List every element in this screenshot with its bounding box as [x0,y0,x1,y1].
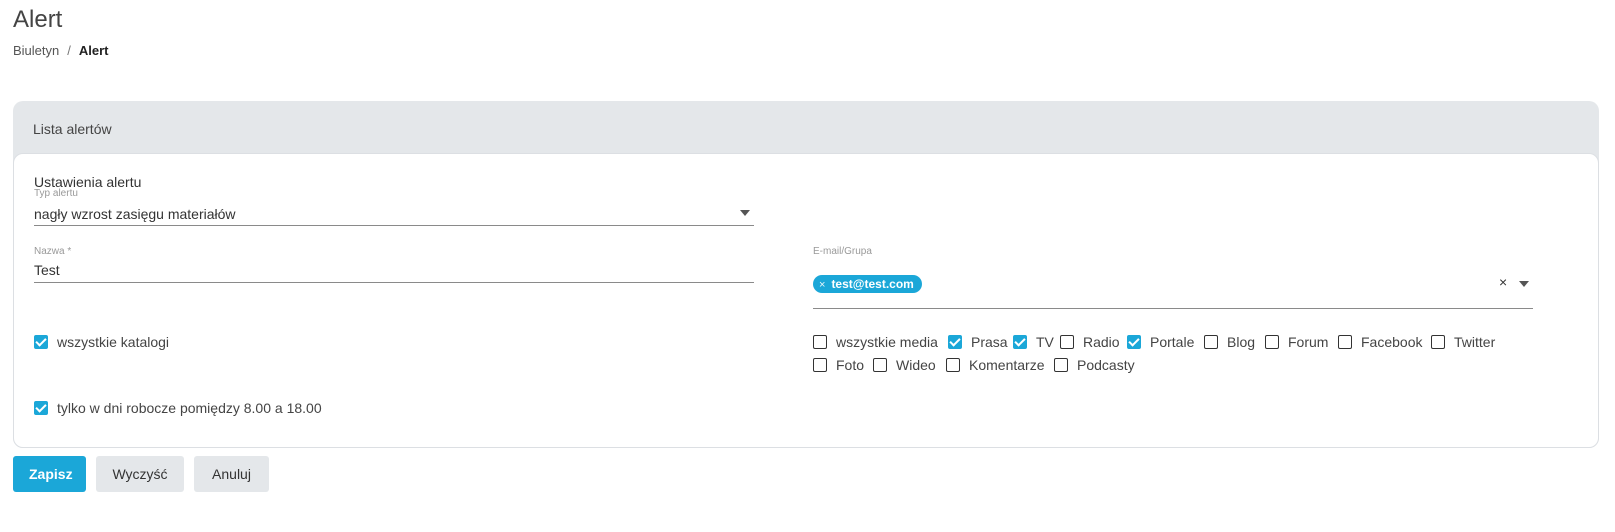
checkbox-icon[interactable] [1338,335,1352,349]
alert-list-card: Lista alertów Ustawienia alertu Typ aler… [13,101,1599,448]
checkbox-icon[interactable] [1204,335,1218,349]
all-catalogs-checkbox[interactable]: wszystkie katalogi [34,334,169,350]
breadcrumb: Biuletyn / Alert [13,43,109,58]
chip-remove-icon[interactable]: × [819,279,825,291]
media-label: Forum [1288,334,1329,350]
media-label: Twitter [1454,334,1496,350]
name-input[interactable]: Test [34,262,60,278]
checkbox-icon[interactable] [1060,335,1074,349]
checkbox-icon[interactable] [1265,335,1279,349]
media-checkbox-all[interactable]: wszystkie media [813,334,938,350]
checkbox-icon[interactable] [813,358,827,372]
all-catalogs-label: wszystkie katalogi [57,334,170,350]
alert-type-value: nagły wzrost zasięgu materiałów [34,206,236,222]
checkbox-checked-icon[interactable] [948,335,962,349]
clear-icon[interactable]: × [1499,274,1507,290]
checkbox-checked-icon[interactable] [34,335,48,349]
media-checkbox-tv[interactable]: TV [1013,334,1054,350]
media-label: Podcasty [1077,357,1135,373]
media-checkbox-facebook[interactable]: Facebook [1338,334,1422,350]
save-button[interactable]: Zapisz [13,456,86,492]
email-chip-label: test@test.com [831,277,914,291]
breadcrumb-separator: / [67,43,71,58]
card-header: Lista alertów [33,121,112,137]
media-checkbox-forum[interactable]: Forum [1265,334,1328,350]
page-title: Alert [13,6,63,33]
checkbox-checked-icon[interactable] [1127,335,1141,349]
media-checkbox-podcasty[interactable]: Podcasty [1054,357,1135,373]
email-group-label: E-mail/Grupa [813,246,872,257]
media-checkbox-twitter[interactable]: Twitter [1431,334,1495,350]
alert-type-select[interactable]: Typ alertu nagły wzrost zasięgu materiał… [34,188,754,226]
media-checkbox-portale[interactable]: Portale [1127,334,1194,350]
breadcrumb-link-biuletyn[interactable]: Biuletyn [13,43,59,58]
alert-type-label: Typ alertu [34,188,78,199]
checkbox-icon[interactable] [873,358,887,372]
media-label: Prasa [971,334,1008,350]
media-label: Komentarze [969,357,1045,373]
workdays-label: tylko w dni robocze pomiędzy 8.00 a 18.0… [57,400,322,416]
breadcrumb-current: Alert [78,43,109,58]
checkbox-icon[interactable] [1431,335,1445,349]
media-checkbox-radio[interactable]: Radio [1060,334,1120,350]
name-label: Nazwa * [34,246,72,257]
media-checkbox-komentarze[interactable]: Komentarze [946,357,1044,373]
clear-button[interactable]: Wyczyść [96,456,184,492]
name-field[interactable]: Nazwa * Test [34,246,754,283]
checkbox-icon[interactable] [1054,358,1068,372]
cancel-button[interactable]: Anuluj [194,456,269,492]
media-checkbox-blog[interactable]: Blog [1204,334,1255,350]
alert-settings-panel: Ustawienia alertu Typ alertu nagły wzros… [13,153,1599,448]
media-label: Radio [1083,334,1120,350]
media-label: TV [1036,334,1054,350]
media-checkbox-prasa[interactable]: Prasa [948,334,1008,350]
checkbox-checked-icon[interactable] [1013,335,1027,349]
email-group-select[interactable]: E-mail/Grupa × test@test.com × [813,246,1533,309]
media-label: Portale [1150,334,1195,350]
media-label: Wideo [896,357,936,373]
media-checkbox-foto[interactable]: Foto [813,357,864,373]
checkbox-icon[interactable] [813,335,827,349]
checkbox-checked-icon[interactable] [34,401,48,415]
media-label: Facebook [1361,334,1423,350]
media-label: wszystkie media [836,334,938,350]
media-checkbox-wideo[interactable]: Wideo [873,357,936,373]
email-chip[interactable]: × test@test.com [813,275,922,293]
chevron-down-icon[interactable] [740,210,750,216]
workdays-checkbox[interactable]: tylko w dni robocze pomiędzy 8.00 a 18.0… [34,400,322,416]
media-label: Blog [1227,334,1256,350]
chevron-down-icon[interactable] [1519,281,1529,287]
checkbox-icon[interactable] [946,358,960,372]
media-label: Foto [836,357,865,373]
